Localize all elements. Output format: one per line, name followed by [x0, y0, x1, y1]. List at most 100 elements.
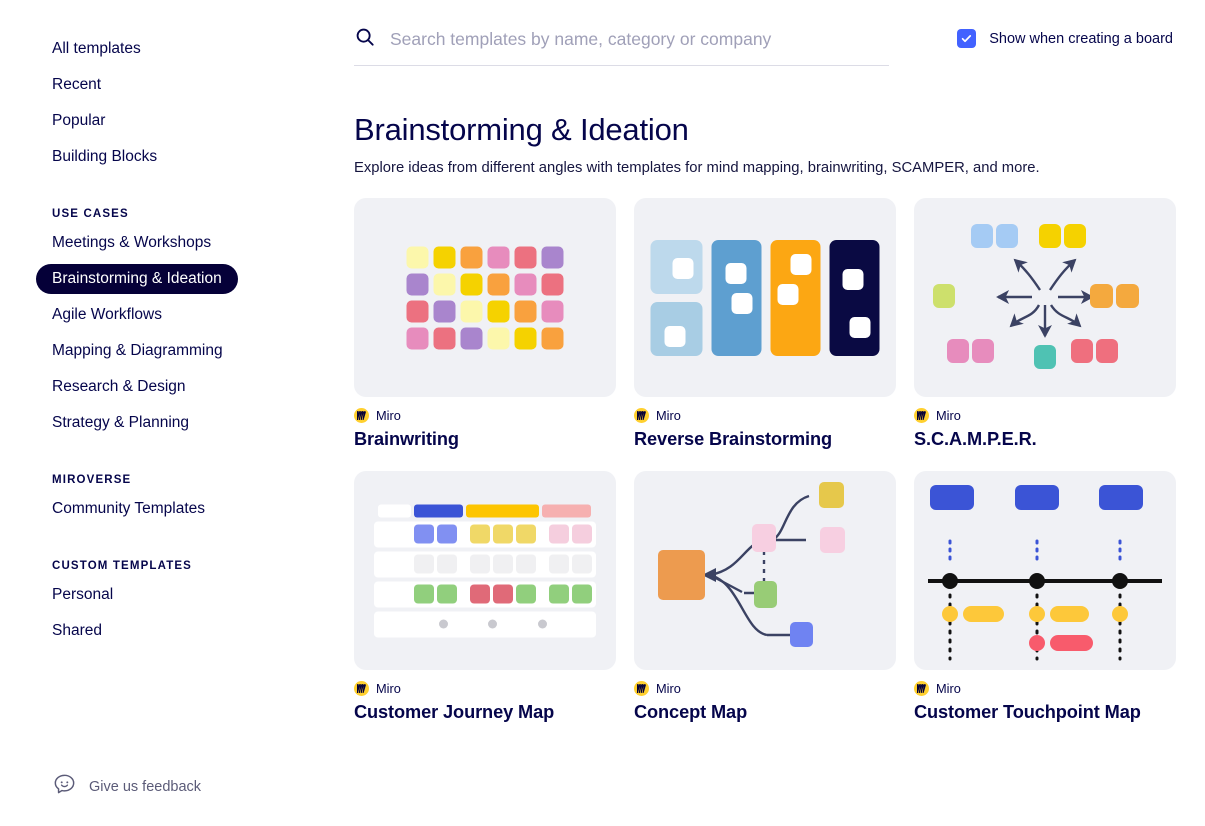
template-card-customer-journey-map[interactable]: Miro Customer Journey Map [354, 471, 616, 723]
concept-diagram [634, 471, 896, 670]
thumbnail-reverse-brainstorming[interactable] [634, 198, 896, 397]
journey-header-cell [414, 504, 463, 517]
search-bar[interactable] [354, 26, 889, 66]
rb-block [711, 239, 762, 356]
sticky-note [487, 327, 510, 349]
template-card-customer-touchpoint-map[interactable]: Miro Customer Touchpoint Map [914, 471, 1176, 723]
journey-header-cell [542, 504, 591, 517]
miro-logo-icon [634, 681, 649, 696]
thumbnail-customer-touchpoint-map[interactable] [914, 471, 1176, 670]
show-when-creating-toggle[interactable]: Show when creating a board [957, 26, 1173, 48]
template-card-scamper[interactable]: Miro S.C.A.M.P.E.R. [914, 198, 1176, 450]
sidebar-item-brainstorming-ideation-label[interactable]: Brainstorming & Ideation [36, 264, 238, 294]
sidebar-item-personal-label[interactable]: Personal [36, 580, 129, 610]
rb-inner-square [842, 268, 864, 290]
sticky-note [541, 300, 564, 322]
give-feedback-button[interactable]: Give us feedback [52, 772, 201, 802]
touchpoint-dot [1029, 635, 1045, 651]
touchpoint-top-box [1099, 485, 1143, 510]
rb-block [650, 239, 703, 294]
journey-dot [488, 619, 498, 629]
card-meta: Miro [914, 408, 1176, 423]
sidebar-item-building-blocks[interactable]: Building Blocks [0, 142, 352, 172]
journey-cell [437, 554, 457, 574]
rb-column-3 [770, 239, 821, 356]
card-title: Reverse Brainstorming [634, 429, 833, 449]
sidebar-item-popular-label[interactable]: Popular [36, 106, 121, 136]
top-bar: Show when creating a board [352, 26, 1205, 74]
sidebar-item-agile-workflows-label[interactable]: Agile Workflows [36, 300, 178, 330]
sidebar-item-agile-workflows[interactable]: Agile Workflows [0, 300, 352, 330]
sidebar-item-strategy-planning-label[interactable]: Strategy & Planning [36, 408, 205, 438]
concept-node [819, 482, 844, 508]
sidebar: All templates Recent Popular Building Bl… [0, 0, 352, 826]
search-input[interactable] [390, 29, 870, 50]
touchpoint-pill [1050, 635, 1093, 651]
sidebar-item-recent-label[interactable]: Recent [36, 70, 117, 100]
journey-cell [470, 554, 490, 574]
rb-inner-square [777, 283, 799, 305]
journey-cell [572, 554, 592, 574]
thumbnail-scamper[interactable] [914, 198, 1176, 397]
sidebar-item-research-design[interactable]: Research & Design [0, 372, 352, 402]
sticky-note [933, 284, 955, 308]
sidebar-item-recent[interactable]: Recent [0, 70, 352, 100]
thumbnail-concept-map[interactable] [634, 471, 896, 670]
journey-cell [516, 584, 536, 604]
sticky-note [487, 246, 510, 268]
journey-header-cell [378, 504, 411, 517]
template-card-brainwriting[interactable]: Miro Brainwriting [354, 198, 616, 450]
sidebar-item-research-design-label[interactable]: Research & Design [36, 372, 202, 402]
journey-table [374, 504, 596, 637]
show-when-creating-checkbox[interactable] [957, 29, 977, 48]
sidebar-item-mapping-diagramming-label[interactable]: Mapping & Diagramming [36, 336, 239, 366]
sidebar-item-community-templates[interactable]: Community Templates [0, 494, 352, 524]
sidebar-item-community-templates-label[interactable]: Community Templates [36, 494, 221, 524]
column-blocks [650, 239, 880, 356]
sidebar-item-strategy-planning[interactable]: Strategy & Planning [0, 408, 352, 438]
journey-row-empty [374, 551, 596, 577]
sidebar-item-all-templates[interactable]: All templates [0, 34, 352, 64]
sticky-note [1071, 339, 1093, 363]
sidebar-item-building-blocks-label[interactable]: Building Blocks [36, 142, 173, 172]
sidebar-section-use-cases: USE CASES [52, 208, 129, 220]
sidebar-item-personal[interactable]: Personal [0, 580, 352, 610]
card-author: Miro [656, 408, 681, 423]
rb-block [650, 301, 703, 356]
sidebar-item-shared-label[interactable]: Shared [36, 616, 118, 646]
sidebar-item-all-templates-label[interactable]: All templates [36, 34, 157, 64]
sidebar-item-shared[interactable]: Shared [0, 616, 352, 646]
sticky-note [514, 273, 537, 295]
template-grid: Miro Brainwriting Miro Reverse Brainstor… [354, 198, 1205, 723]
check-icon [961, 35, 972, 43]
feedback-chat-icon [52, 772, 77, 802]
journey-cell [549, 584, 569, 604]
sidebar-item-meetings-workshops-label[interactable]: Meetings & Workshops [36, 228, 227, 258]
sticky-note [460, 273, 483, 295]
sidebar-item-mapping-diagramming[interactable]: Mapping & Diagramming [0, 336, 352, 366]
journey-dot [438, 619, 448, 629]
journey-cell [414, 524, 434, 544]
journey-cell [572, 584, 592, 604]
sidebar-item-brainstorming-ideation[interactable]: Brainstorming & Ideation [0, 264, 352, 294]
template-card-concept-map[interactable]: Miro Concept Map [634, 471, 896, 723]
journey-cell [549, 524, 569, 544]
touchpoint-top-box [1015, 485, 1059, 510]
page-title: Brainstorming & Ideation [354, 112, 689, 147]
rb-inner-square [725, 262, 747, 284]
miro-logo-icon [634, 408, 649, 423]
rb-inner-square [790, 253, 812, 275]
sidebar-item-meetings-workshops[interactable]: Meetings & Workshops [0, 228, 352, 258]
rb-column-4 [829, 239, 880, 356]
sidebar-item-popular[interactable]: Popular [0, 106, 352, 136]
page-subtitle: Explore ideas from different angles with… [354, 160, 1040, 176]
journey-row [374, 521, 596, 547]
sticky-note [971, 224, 993, 248]
touchpoint-pill [963, 606, 1004, 622]
thumbnail-brainwriting[interactable] [354, 198, 616, 397]
template-card-reverse-brainstorming[interactable]: Miro Reverse Brainstorming [634, 198, 896, 450]
thumbnail-customer-journey-map[interactable] [354, 471, 616, 670]
